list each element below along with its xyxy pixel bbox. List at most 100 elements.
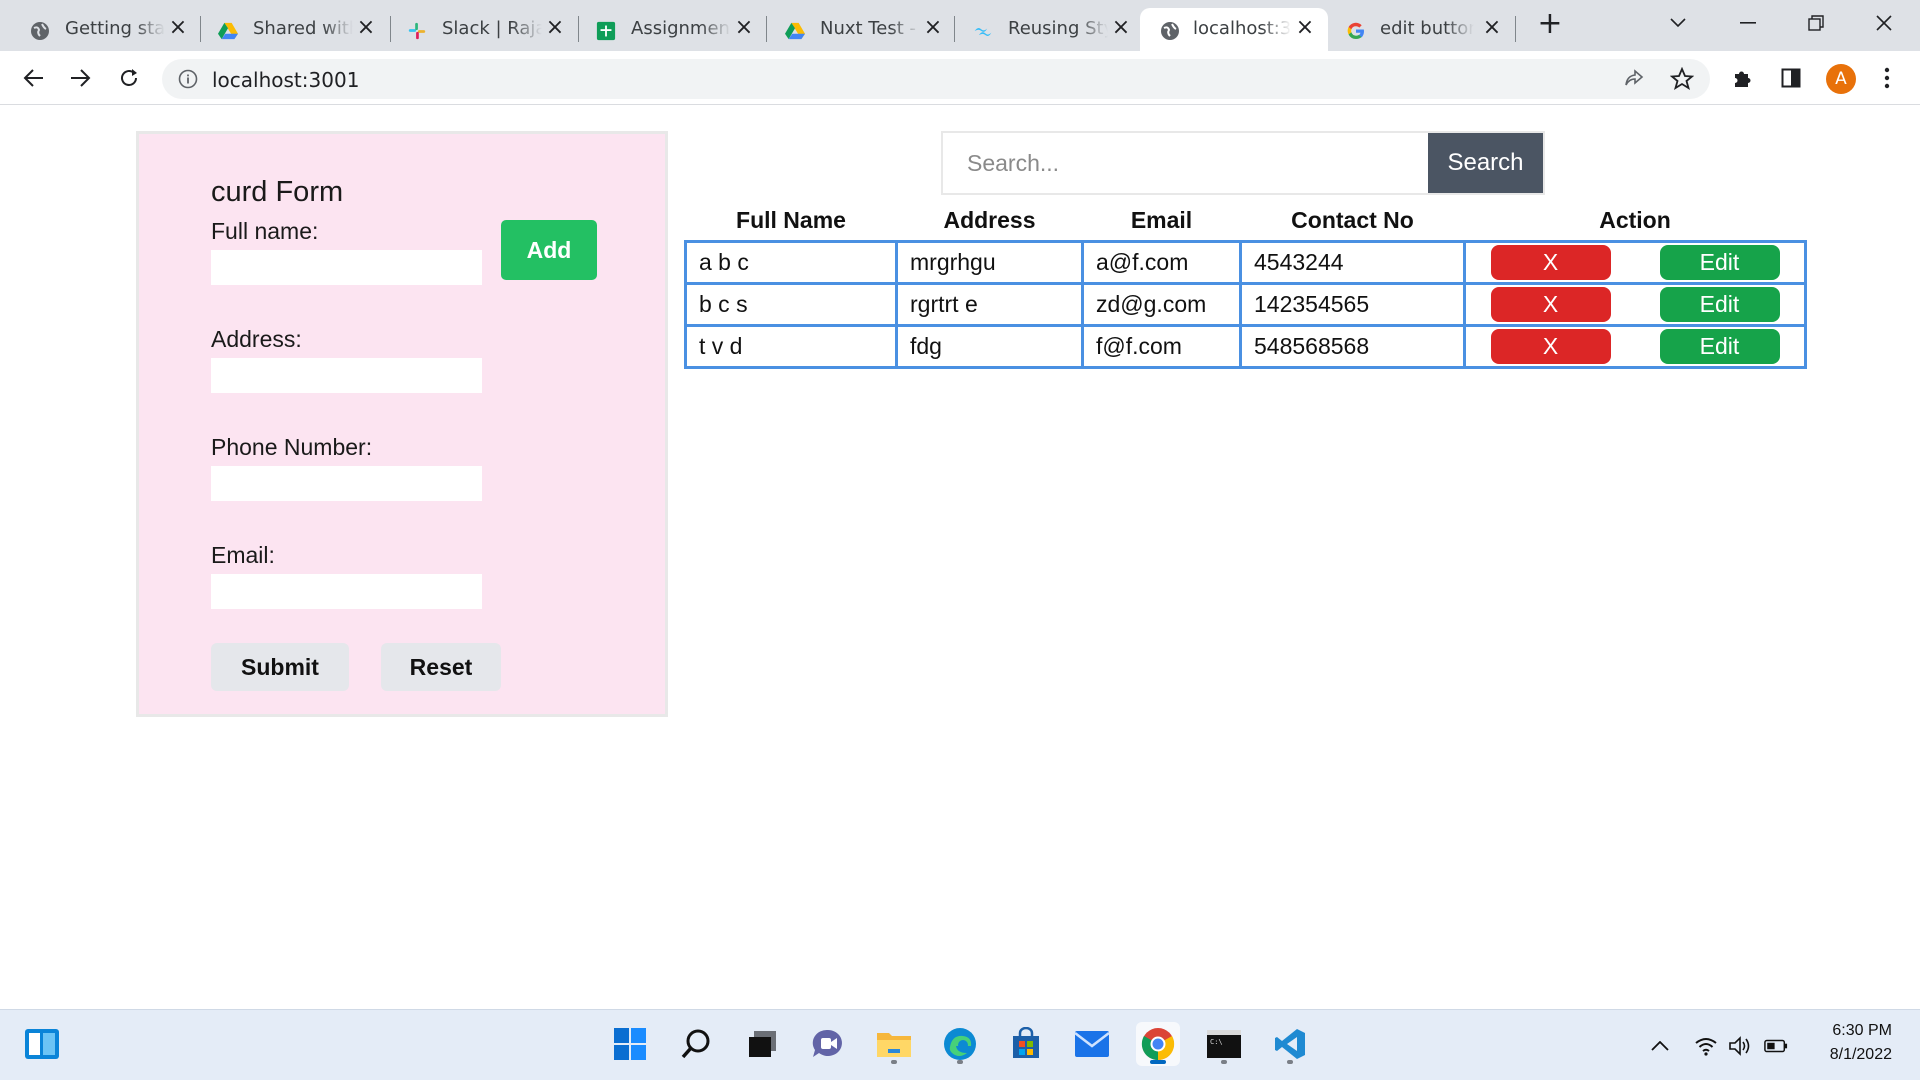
url-text: localhost:3001 <box>212 68 360 92</box>
forward-icon[interactable] <box>66 63 96 93</box>
svg-text:C:\: C:\ <box>1210 1038 1223 1046</box>
slack-icon <box>407 21 427 41</box>
side-panel-icon[interactable] <box>1776 63 1806 93</box>
terminal-icon[interactable]: C:\ <box>1202 1022 1246 1066</box>
close-tab-icon[interactable]: × <box>1480 16 1504 40</box>
cell-contact: 142354565 <box>1239 281 1466 327</box>
header-full-name: Full Name <box>736 206 846 233</box>
browser-tab[interactable]: Nuxt Test - × <box>755 8 945 51</box>
battery-icon[interactable] <box>1764 1034 1788 1058</box>
globe-icon <box>30 21 50 41</box>
fullname-input[interactable] <box>211 250 482 285</box>
form-title: curd Form <box>211 176 344 208</box>
close-tab-icon[interactable]: × <box>1293 16 1317 40</box>
close-tab-icon[interactable]: × <box>166 16 190 40</box>
back-icon[interactable] <box>18 63 48 93</box>
cell-email: a@f.com <box>1081 239 1242 285</box>
delete-row-button[interactable]: X <box>1490 328 1611 364</box>
address-bar[interactable]: localhost:3001 <box>162 59 1710 99</box>
reset-button[interactable]: Reset <box>381 643 501 691</box>
header-contact-no: Contact No <box>1291 206 1414 233</box>
new-tab-button[interactable]: + <box>1535 9 1565 40</box>
browser-tab[interactable]: Getting started × <box>0 8 190 51</box>
close-tab-icon[interactable]: × <box>732 16 756 40</box>
widgets-icon[interactable] <box>20 1022 64 1066</box>
address-input[interactable] <box>211 358 482 393</box>
tab-title: Getting started <box>65 18 165 39</box>
tab-separator <box>1515 16 1516 42</box>
site-info-icon[interactable] <box>178 69 198 93</box>
cell-address: fdg <box>895 323 1084 369</box>
tailwind-icon <box>973 21 993 41</box>
search-button[interactable]: Search <box>1428 133 1543 193</box>
close-tab-icon[interactable]: × <box>543 16 567 40</box>
active-indicator <box>1150 1060 1166 1064</box>
add-button[interactable]: Add <box>501 220 597 280</box>
records-table: Full Name Address Email Contact No Actio… <box>684 201 1807 369</box>
close-tab-icon[interactable]: × <box>1109 16 1133 40</box>
cell-full-name: b c s <box>684 281 898 327</box>
vscode-icon[interactable] <box>1268 1022 1312 1066</box>
browser-tab[interactable]: edit button × <box>1318 8 1518 51</box>
teams-chat-icon[interactable] <box>806 1022 850 1066</box>
submit-button[interactable]: Submit <box>211 643 349 691</box>
phone-input[interactable] <box>211 466 482 501</box>
address-label: Address: <box>211 326 302 352</box>
clock-date[interactable]: 8/1/2022 <box>1830 1046 1892 1064</box>
cell-address: rgrtrt e <box>895 281 1084 327</box>
clock-time[interactable]: 6:30 PM <box>1832 1022 1892 1040</box>
cell-full-name: a b c <box>684 239 898 285</box>
edit-row-button[interactable]: Edit <box>1659 328 1780 364</box>
cell-action: X Edit <box>1463 323 1807 369</box>
profile-avatar[interactable]: A <box>1826 64 1856 94</box>
search-box: Search <box>941 131 1545 195</box>
browser-tab[interactable]: Shared with me × <box>188 8 378 51</box>
page-viewport: curd Form Full name: Add Address: Phone … <box>0 106 1920 1009</box>
email-input[interactable] <box>211 574 482 609</box>
show-hidden-icons-chevron-icon[interactable] <box>1648 1034 1672 1058</box>
task-view-icon[interactable] <box>740 1022 784 1066</box>
tab-search-chevron-icon[interactable] <box>1658 6 1698 40</box>
extensions-icon[interactable] <box>1728 63 1758 93</box>
close-window-icon[interactable] <box>1864 6 1904 40</box>
email-label: Email: <box>211 542 275 568</box>
search-input[interactable] <box>943 133 1428 193</box>
restore-window-icon[interactable] <box>1796 6 1836 40</box>
wifi-icon[interactable] <box>1694 1034 1718 1058</box>
search-icon[interactable] <box>674 1022 718 1066</box>
tab-title: edit button <box>1380 18 1474 39</box>
header-email: Email <box>1130 206 1193 233</box>
windows-taskbar: C:\ 6:30 PM 8/1/2022 <box>0 1009 1920 1080</box>
menu-kebab-icon[interactable] <box>1872 63 1902 93</box>
delete-row-button[interactable]: X <box>1490 286 1611 322</box>
bookmark-star-icon[interactable] <box>1669 66 1695 95</box>
edge-icon[interactable] <box>938 1022 982 1066</box>
minimize-icon[interactable] <box>1728 6 1768 40</box>
close-tab-icon[interactable]: × <box>921 16 945 40</box>
file-explorer-icon[interactable] <box>872 1022 916 1066</box>
close-tab-icon[interactable]: × <box>354 16 378 40</box>
store-icon[interactable] <box>1004 1022 1048 1066</box>
tab-title: localhost:3001 <box>1193 18 1291 39</box>
share-icon[interactable] <box>1623 68 1645 94</box>
google-drive-icon <box>785 21 805 41</box>
start-icon[interactable] <box>608 1022 652 1066</box>
tab-title: Slack | Rajat <box>442 18 542 39</box>
table-row: a b c mrgrhgu a@f.com 4543244 X Edit <box>684 239 1807 285</box>
reload-icon[interactable] <box>114 63 144 93</box>
edit-row-button[interactable]: Edit <box>1659 286 1780 322</box>
browser-tab-active[interactable]: localhost:3001 × <box>1140 8 1328 51</box>
google-icon <box>1346 21 1366 41</box>
volume-icon[interactable] <box>1728 1034 1752 1058</box>
chrome-icon[interactable] <box>1136 1022 1180 1066</box>
cell-contact: 548568568 <box>1239 323 1466 369</box>
browser-tab[interactable]: Reusing Styles × <box>943 8 1133 51</box>
fullname-label: Full name: <box>211 218 319 244</box>
cell-email: zd@g.com <box>1081 281 1242 327</box>
browser-tab[interactable]: Assignment × <box>566 8 756 51</box>
edit-row-button[interactable]: Edit <box>1659 244 1780 280</box>
mail-icon[interactable] <box>1070 1022 1114 1066</box>
delete-row-button[interactable]: X <box>1490 244 1611 280</box>
browser-tab[interactable]: Slack | Rajat × <box>377 8 567 51</box>
google-drive-icon <box>218 21 238 41</box>
